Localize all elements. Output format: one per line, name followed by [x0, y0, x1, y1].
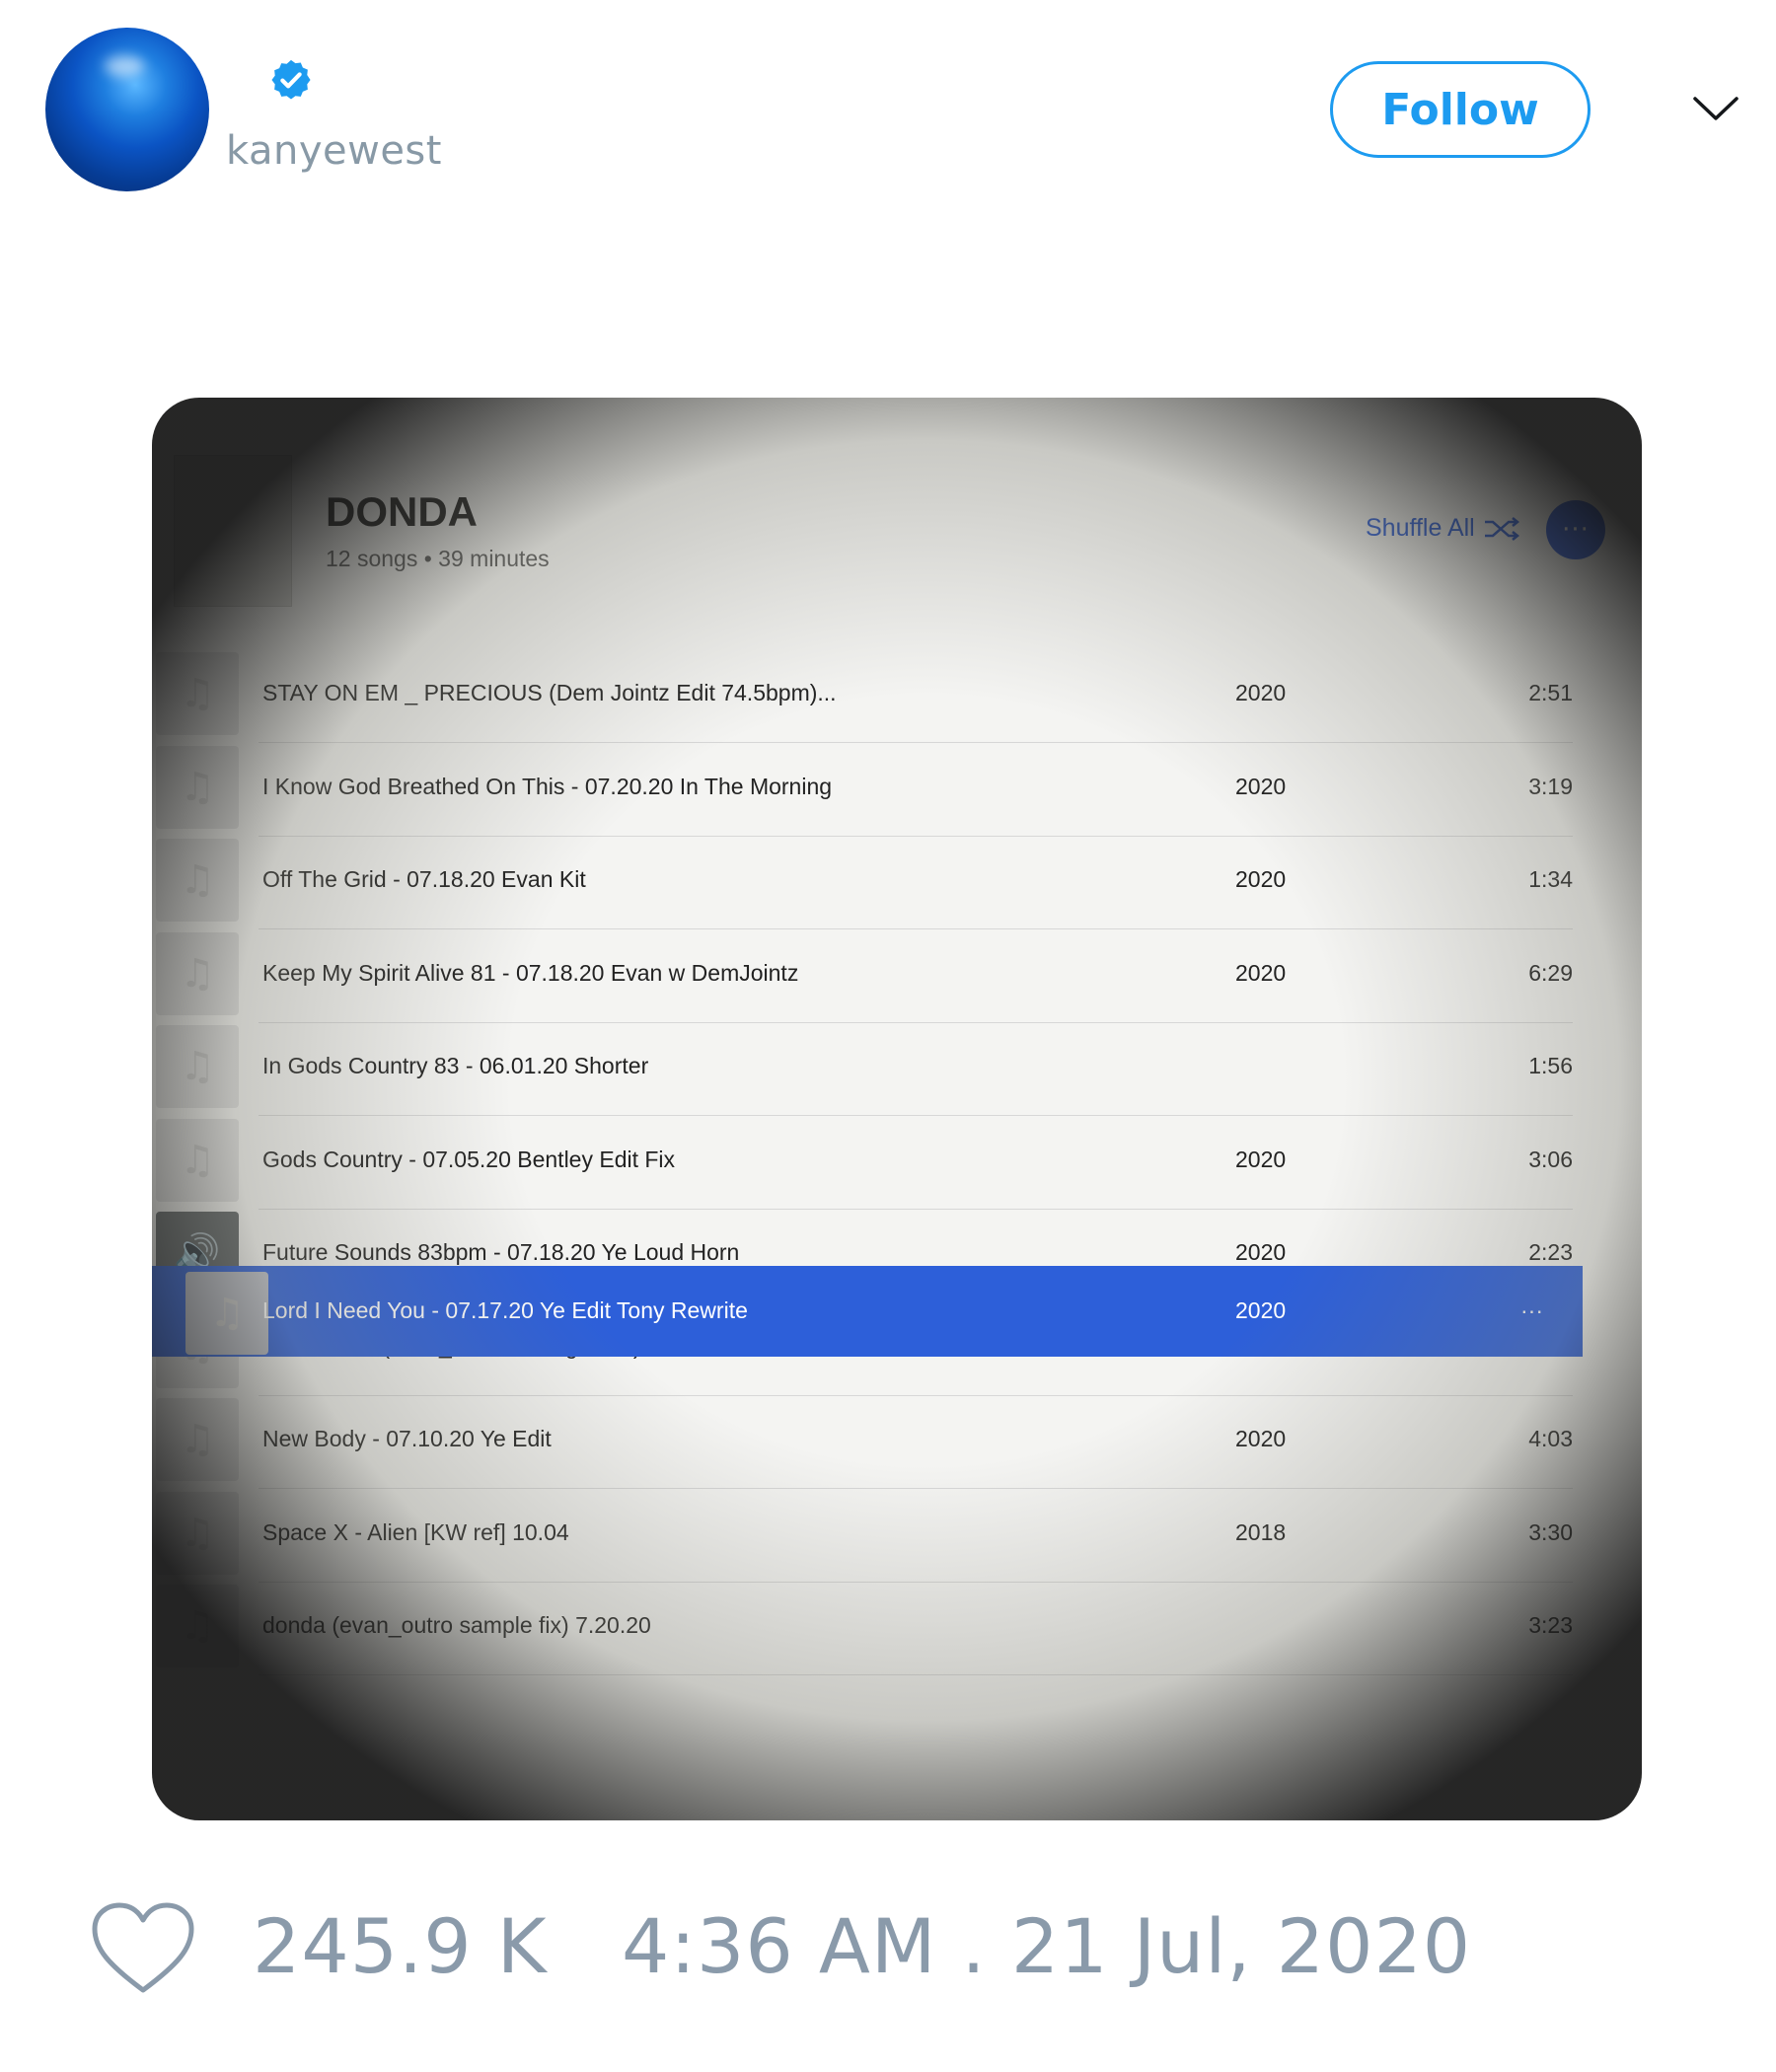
row-divider [259, 1581, 1573, 1583]
row-divider [259, 1674, 1573, 1675]
track-row[interactable]: ♫ New Body - 07.10.20 Ye Edit 2020 4:03 [152, 1398, 1612, 1489]
album-meta: 12 songs • 39 minutes [326, 546, 550, 571]
shuffle-icon [1484, 516, 1519, 541]
row-divider [259, 835, 1573, 837]
track-title: New Body - 07.10.20 Ye Edit [262, 1426, 552, 1451]
track-year: 2020 [1235, 773, 1287, 799]
track-row[interactable]: ♫ Space X - Alien [KW ref] 10.04 2018 3:30 [152, 1491, 1612, 1583]
track-duration: 4:03 [1528, 1426, 1573, 1451]
like-count: 245.9 K [253, 1902, 548, 1990]
row-divider [259, 1021, 1573, 1023]
music-note-icon: ♫ [156, 1491, 239, 1575]
track-duration: 3:19 [1528, 773, 1573, 799]
track-title: Lord I Need You - 07.17.20 Ye Edit Tony … [262, 1297, 748, 1323]
track-duration: 1:56 [1528, 1053, 1573, 1078]
track-title: In Gods Country 83 - 06.01.20 Shorter [262, 1053, 649, 1078]
shuffle-all-button[interactable]: Shuffle All [1366, 514, 1520, 543]
track-row[interactable]: ♫ Gods Country - 07.05.20 Bentley Edit Fi… [152, 1118, 1612, 1210]
row-divider [259, 1208, 1573, 1210]
row-divider [259, 1115, 1573, 1116]
track-year: 2020 [1235, 1146, 1287, 1172]
track-duration: 1:34 [1528, 866, 1573, 892]
music-note-icon: ♫ [156, 839, 239, 922]
chevron-down-icon[interactable] [1691, 89, 1740, 128]
music-note-icon: ♫ [156, 652, 239, 735]
track-year: 2020 [1235, 1239, 1287, 1265]
track-title: I Know God Breathed On This - 07.20.20 I… [262, 773, 833, 799]
more-options-button[interactable]: ··· [1546, 500, 1605, 559]
music-note-icon: ♫ [156, 745, 239, 829]
track-title: donda (evan_outro sample fix) 7.20.20 [262, 1612, 651, 1638]
username[interactable]: kanyewest [226, 128, 442, 174]
album-title: DONDA [326, 488, 478, 535]
music-note-icon: ♫ [156, 1118, 239, 1202]
track-row[interactable]: ♫ Lord I Need You - 07.17.20 Ye Edit Tony… [152, 1266, 1583, 1357]
track-row[interactable]: ♫ STAY ON EM _ PRECIOUS (Dem Jointz Edit … [152, 652, 1612, 743]
track-row[interactable]: ♫ I Know God Breathed On This - 07.20.20 … [152, 745, 1612, 837]
track-more-button[interactable]: ··· [1520, 1297, 1543, 1324]
row-divider [259, 1394, 1573, 1396]
track-row[interactable]: ♫ Off The Grid - 07.18.20 Evan Kit 2020 1:3… [152, 839, 1612, 929]
track-duration: 3:06 [1528, 1146, 1573, 1172]
tweet-photo[interactable]: DONDA 12 songs • 39 minutes Shuffle All … [152, 398, 1642, 1820]
row-divider [259, 928, 1573, 929]
track-title: Space X - Alien [KW ref] 10.04 [262, 1518, 569, 1545]
follow-button[interactable]: Follow [1330, 61, 1591, 158]
music-note-icon: ♫ [185, 1272, 268, 1355]
track-year: 2020 [1235, 1426, 1287, 1451]
track-year: 2020 [1235, 1297, 1287, 1323]
track-duration: 6:29 [1528, 959, 1573, 986]
track-title: STAY ON EM _ PRECIOUS (Dem Jointz Edit 7… [262, 680, 837, 705]
track-duration: 2:23 [1528, 1239, 1573, 1265]
track-duration: 3:23 [1528, 1612, 1573, 1638]
track-title: Keep My Spirit Alive 81 - 07.18.20 Evan … [262, 959, 799, 986]
track-title: Off The Grid - 07.18.20 Evan Kit [262, 866, 586, 892]
music-note-icon: ♫ [156, 1025, 239, 1108]
row-divider [259, 742, 1573, 743]
track-row[interactable]: ♫ donda (evan_outro sample fix) 7.20.20 3:… [152, 1585, 1612, 1675]
avatar[interactable] [45, 28, 209, 191]
shuffle-label: Shuffle All [1366, 514, 1475, 542]
track-year: 2020 [1235, 959, 1287, 986]
track-row[interactable]: ♫ Keep My Spirit Alive 81 - 07.18.20 Evan… [152, 931, 1612, 1023]
music-note-icon: ♫ [156, 931, 239, 1015]
verified-badge-icon [271, 59, 311, 100]
track-title: Gods Country - 07.05.20 Bentley Edit Fix [262, 1146, 676, 1172]
track-year: 2020 [1235, 866, 1287, 892]
track-year: 2020 [1235, 680, 1287, 705]
music-note-icon: ♫ [156, 1398, 239, 1481]
music-note-icon: ♫ [156, 1585, 239, 1667]
track-year: 2018 [1235, 1518, 1287, 1545]
timestamp[interactable]: 4:36 AM . 21 Jul, 2020 [622, 1902, 1471, 1990]
track-duration: 2:51 [1528, 680, 1573, 705]
album-art [174, 455, 292, 607]
track-duration: 3:30 [1528, 1518, 1573, 1545]
heart-icon[interactable] [89, 1899, 197, 1998]
track-row[interactable]: ♫ In Gods Country 83 - 06.01.20 Shorter 1:… [152, 1025, 1612, 1116]
row-divider [259, 1488, 1573, 1489]
track-title: Future Sounds 83bpm - 07.18.20 Ye Loud H… [262, 1239, 740, 1265]
